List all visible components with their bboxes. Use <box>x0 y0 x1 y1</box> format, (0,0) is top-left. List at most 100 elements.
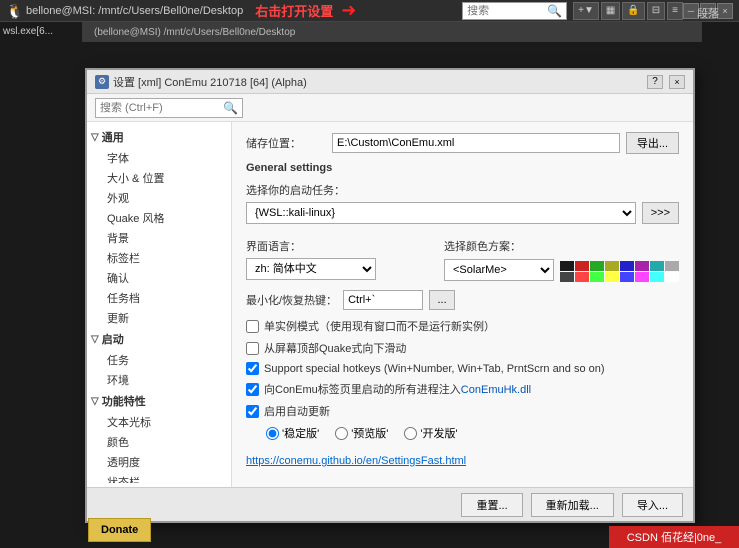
cb1-label: 单实例模式（使用现有窗口而不是运行新实例） <box>264 318 495 334</box>
cb5-row: 启用自动更新 <box>246 403 679 419</box>
cb3-checkbox[interactable] <box>246 362 259 375</box>
dialog-search-icon[interactable]: 🔍 <box>223 101 238 115</box>
cb4-label: 向ConEmu标签页里启动的所有进程注入ConEmuHk.dll <box>264 381 531 397</box>
cb5-label: 启用自动更新 <box>264 403 330 419</box>
top-search-box[interactable]: 🔍 <box>462 2 567 20</box>
storage-input[interactable] <box>332 133 620 153</box>
tree-item-env[interactable]: 环境 <box>87 370 231 390</box>
language-section: 界面语言： zh: 简体中文 <box>246 232 424 280</box>
language-label: 界面语言： <box>246 238 424 254</box>
expand-icon-general: ▽ <box>91 132 99 143</box>
color-cell-10 <box>590 272 604 282</box>
radio-dev-input[interactable] <box>404 427 417 440</box>
storage-label: 储存位置： <box>246 135 326 151</box>
dialog-content: ▽ 通用 字体 大小 & 位置 外观 Quake 风格 背景 标签栏 确认 任务… <box>87 122 693 487</box>
tree-item-update[interactable]: 更新 <box>87 308 231 328</box>
tree-item-taskfile[interactable]: 任务档 <box>87 288 231 308</box>
tree-item-quake[interactable]: Quake 风格 <box>87 208 231 228</box>
csdn-watermark: CSDN 佰花经|0ne_ <box>609 526 739 548</box>
tree-group-general[interactable]: ▽ 通用 <box>87 126 231 148</box>
radio-stable-input[interactable] <box>266 427 279 440</box>
tree-item-tabbar[interactable]: 标签栏 <box>87 248 231 268</box>
tree-group-startup[interactable]: ▽ 启动 <box>87 328 231 350</box>
radio-preview-label: '预览版' <box>351 425 388 441</box>
color-scheme-select[interactable]: <SolarMe> <box>444 259 554 281</box>
color-cell-3 <box>605 261 619 271</box>
startup-task-select[interactable]: {WSL::kali-linux} <box>246 202 636 224</box>
right-panel-label: 段落 <box>697 5 719 21</box>
toolbar-plus-btn[interactable]: +▼ <box>573 2 599 20</box>
reload-btn[interactable]: 重新加载... <box>531 493 614 517</box>
top-search-icon[interactable]: 🔍 <box>547 4 562 18</box>
color-cell-2 <box>590 261 604 271</box>
toolbar-lock-btn[interactable]: 🔒 <box>622 2 644 20</box>
cb5-checkbox[interactable] <box>246 405 259 418</box>
tree-group-features-label: 功能特性 <box>102 393 146 409</box>
top-search-input[interactable] <box>467 5 547 17</box>
dialog-bottom: 重置... 重新加载... 导入... <box>87 487 693 521</box>
tab-item-1[interactable]: (bellone@MSI) /mnt/c/Users/Bell0ne/Deskt… <box>88 27 301 38</box>
startup-label: 选择你的启动任务： <box>246 182 679 198</box>
dialog-search-field[interactable]: 🔍 <box>95 98 243 118</box>
color-cell-8 <box>560 272 574 282</box>
dialog-toolbar: 🔍 <box>87 94 693 122</box>
dialog-search-input[interactable] <box>100 102 220 114</box>
tree-item-colors[interactable]: 颜色 <box>87 432 231 452</box>
cb3-row: Support special hotkeys (Win+Number, Win… <box>246 362 679 375</box>
expand-icon-features: ▽ <box>91 396 99 407</box>
cb3-label: Support special hotkeys (Win+Number, Win… <box>264 363 605 375</box>
color-cell-15 <box>665 272 679 282</box>
tree-group-features[interactable]: ▽ 功能特性 <box>87 390 231 412</box>
radio-preview-input[interactable] <box>335 427 348 440</box>
wsl-side-panel: wsl.exe[6... <box>0 22 82 502</box>
export-btn[interactable]: 导出... <box>626 132 679 154</box>
cb2-label: 从屏幕顶部Quake式向下滑动 <box>264 340 406 356</box>
toolbar-split-btn[interactable]: ⊟ <box>647 2 665 20</box>
tree-group-startup-label: 启动 <box>102 331 124 347</box>
color-cell-6 <box>650 261 664 271</box>
csdn-text: CSDN 佰花经|0ne_ <box>627 529 722 545</box>
toolbar-menu-btn[interactable]: ≡ <box>667 2 683 20</box>
settings-fast-link[interactable]: https://conemu.github.io/en/SettingsFast… <box>246 455 466 467</box>
color-cell-4 <box>620 261 634 271</box>
hotkey-input[interactable] <box>343 290 423 310</box>
wsl-label: wsl.exe[6... <box>0 22 82 41</box>
tree-item-tasks[interactable]: 任务 <box>87 350 231 370</box>
tree-item-background[interactable]: 背景 <box>87 228 231 248</box>
arrow-btn[interactable]: >>> <box>642 202 679 224</box>
dialog-close-btn[interactable]: × <box>669 75 685 89</box>
dialog-title: ⚙ 设置 [xml] ConEmu 210718 [64] (Alpha) <box>95 74 307 90</box>
color-scheme-section: 选择颜色方案： <SolarMe> <box>444 232 679 282</box>
tree-item-textcursor[interactable]: 文本光标 <box>87 412 231 432</box>
import-btn[interactable]: 导入... <box>622 493 683 517</box>
color-cell-14 <box>650 272 664 282</box>
cb4-checkbox[interactable] <box>246 383 259 396</box>
terminal-titlebar: 🐧 bellone@MSI: /mnt/c/Users/Bell0ne/Desk… <box>0 0 739 22</box>
tree-item-font[interactable]: 字体 <box>87 148 231 168</box>
donate-area: Donate <box>88 518 151 542</box>
color-cell-13 <box>635 272 649 282</box>
toolbar-icons: +▼ ▦ 🔒 ⊟ ≡ <box>573 2 683 20</box>
tree-item-appearance[interactable]: 外观 <box>87 188 231 208</box>
cb2-checkbox[interactable] <box>246 342 259 355</box>
close-main-btn[interactable]: × <box>717 3 733 19</box>
tree-item-statusbar[interactable]: 状态栏 <box>87 472 231 483</box>
startup-combo-row: {WSL::kali-linux} >>> <box>246 202 679 224</box>
settings-dialog: ⚙ 设置 [xml] ConEmu 210718 [64] (Alpha) ? … <box>85 68 695 523</box>
terminal-title: bellone@MSI: /mnt/c/Users/Bell0ne/Deskto… <box>26 5 243 17</box>
donate-btn[interactable]: Donate <box>88 518 151 542</box>
tree-item-transparency[interactable]: 透明度 <box>87 452 231 472</box>
tree-section: ▽ 通用 字体 大小 & 位置 外观 Quake 风格 背景 标签栏 确认 任务… <box>87 126 231 483</box>
dialog-help-btn[interactable]: ? <box>647 75 663 89</box>
cb1-checkbox[interactable] <box>246 320 259 333</box>
settings-panel: 储存位置： 导出... General settings 选择你的启动任务： {… <box>232 122 693 487</box>
radio-row: '稳定版' '预览版' '开发版' <box>266 425 679 441</box>
radio-preview: '预览版' <box>335 425 388 441</box>
general-settings-title: General settings <box>246 162 679 174</box>
language-select[interactable]: zh: 简体中文 <box>246 258 376 280</box>
tree-item-size-pos[interactable]: 大小 & 位置 <box>87 168 231 188</box>
tree-item-confirm[interactable]: 确认 <box>87 268 231 288</box>
reset-btn[interactable]: 重置... <box>461 493 522 517</box>
toolbar-view-btn[interactable]: ▦ <box>601 2 620 20</box>
dots-btn[interactable]: ... <box>429 290 455 310</box>
